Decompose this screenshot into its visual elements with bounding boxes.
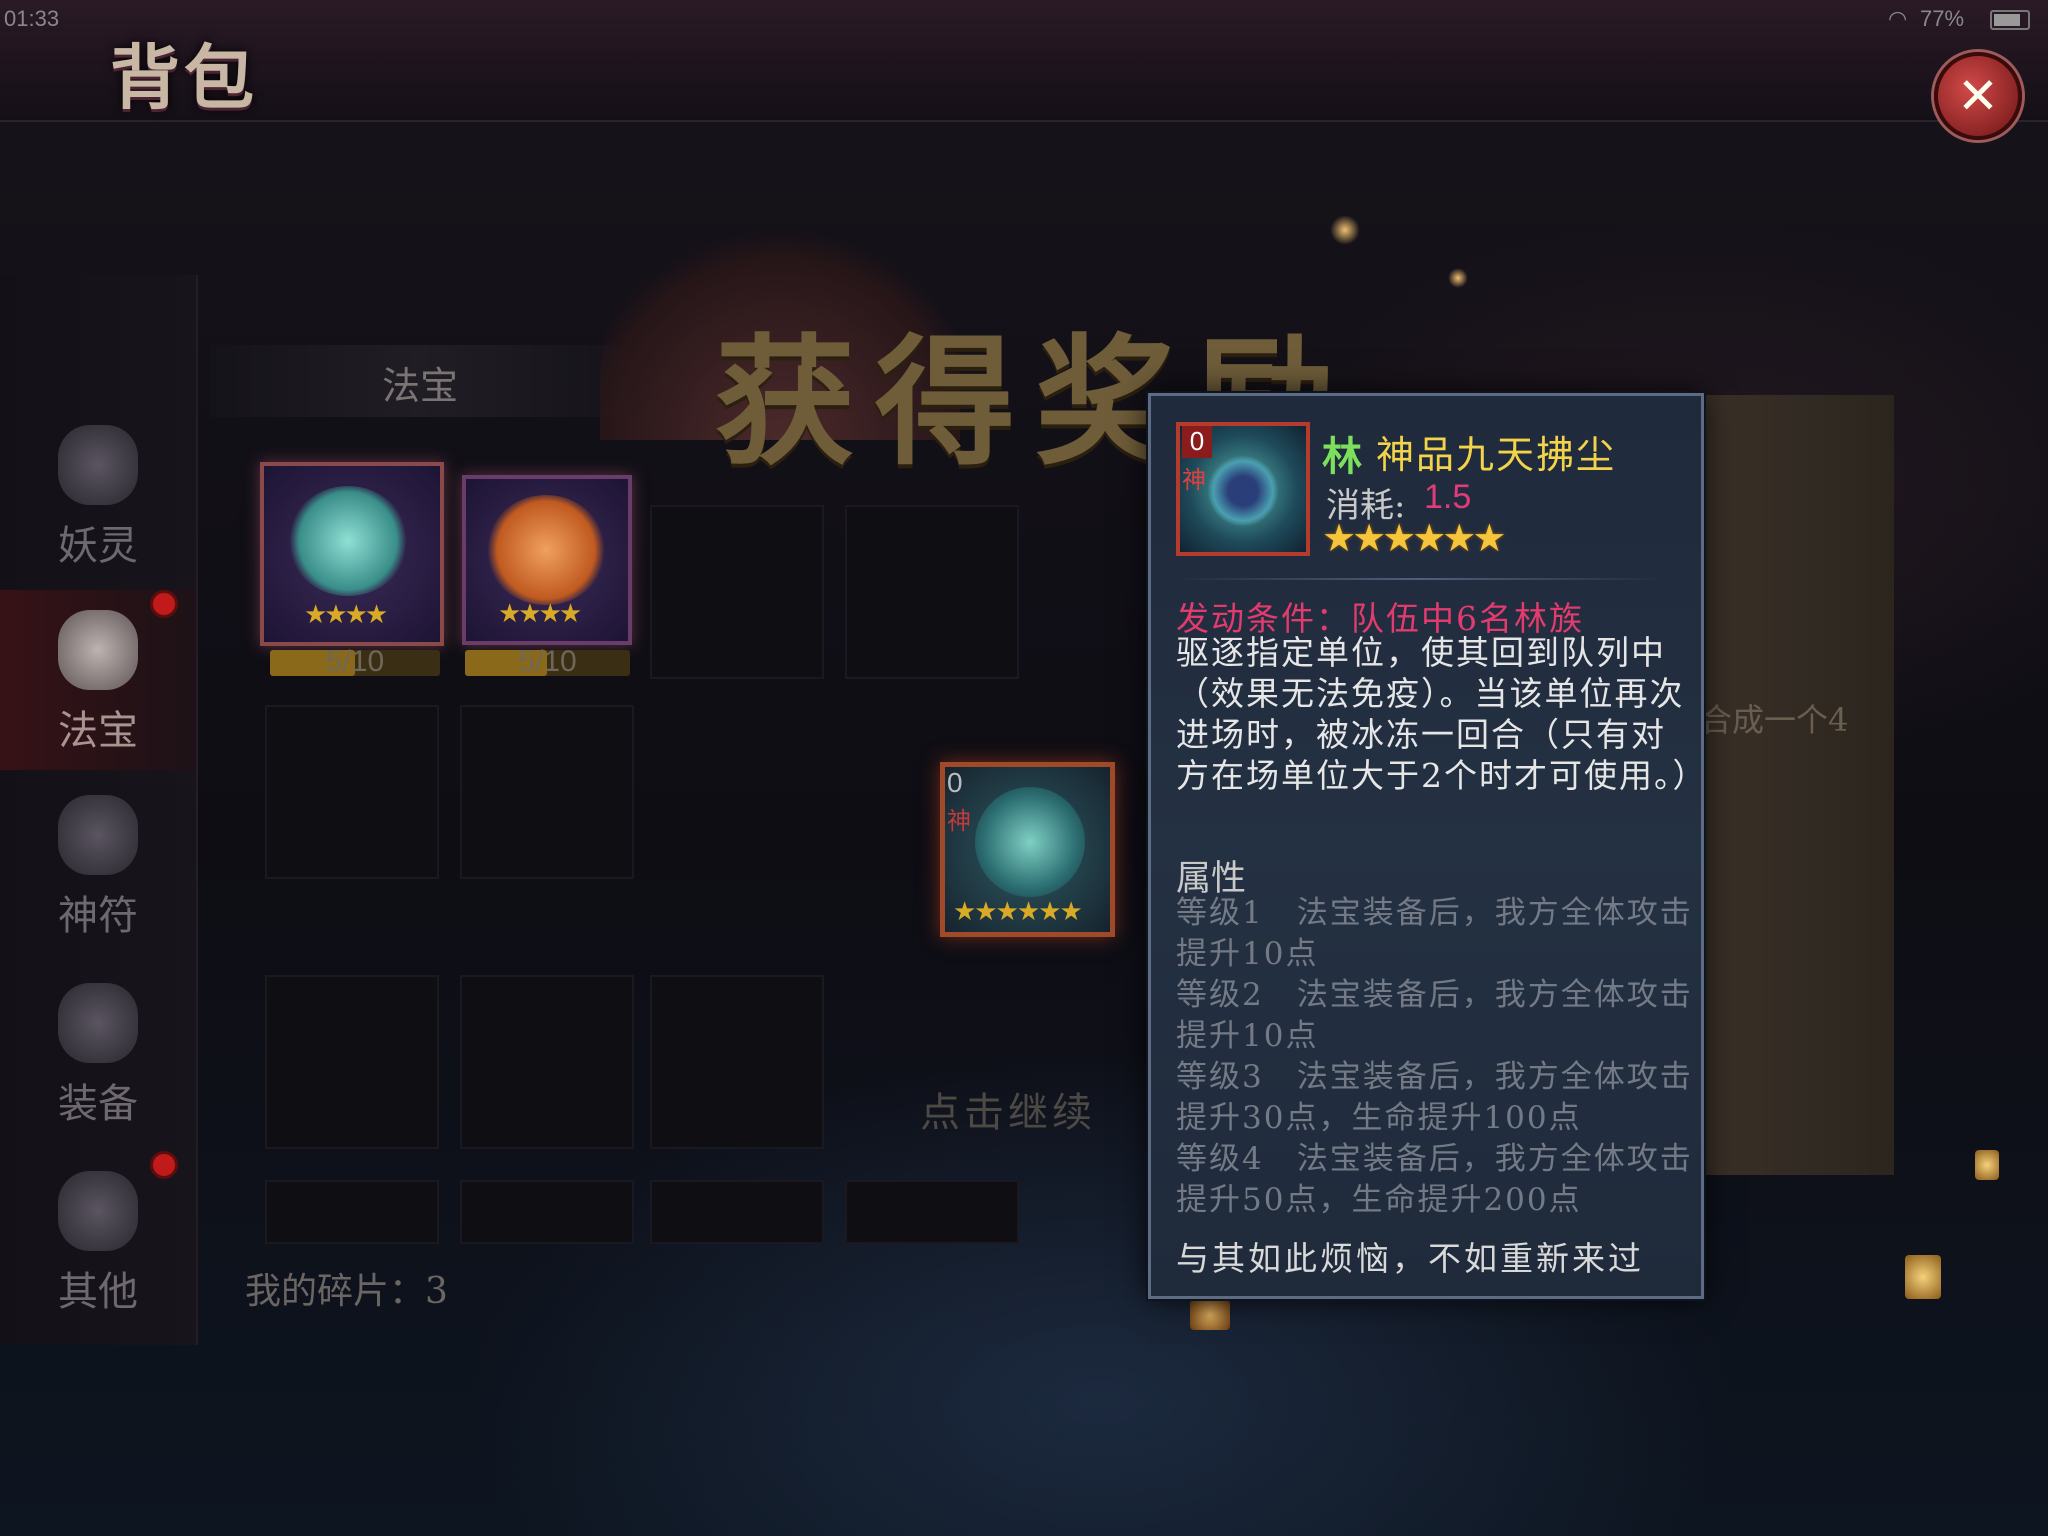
tooltip-level-entry: 等级2 法宝装备后，我方全体攻击提升10点 [1176, 977, 1693, 1054]
sidebar-item-label: 妖灵 [58, 523, 138, 569]
empty-slot[interactable] [845, 505, 1019, 679]
empty-slot[interactable] [650, 505, 824, 679]
empty-slot[interactable] [265, 1180, 439, 1244]
tooltip-level-entry: 等级4 法宝装备后，我方全体攻击提升50点，生命提升200点 [1176, 1141, 1693, 1218]
lantern-decoration [1975, 1150, 1999, 1180]
status-time: 01:33 [4, 6, 60, 31]
sidebar-item-yaoling[interactable]: 妖灵 [0, 405, 196, 585]
item-grade-tag: 神 [1182, 466, 1206, 494]
fragment-progress-text: 5/10 [325, 645, 385, 678]
empty-slot[interactable] [650, 1180, 824, 1244]
tooltip-flavor-text: 与其如此烦恼，不如重新来过 [1176, 1239, 1644, 1278]
treasure-card[interactable]: ★★★★ [260, 462, 444, 646]
star-rating: ★★★★ [498, 599, 582, 629]
sidebar-item-zhuangbei[interactable]: 装备 [0, 963, 196, 1143]
empty-slot[interactable] [265, 705, 439, 879]
sidebar-item-shenfu[interactable]: 神符 [0, 775, 196, 955]
reward-item[interactable]: 0 神 ★★★★★★ [940, 762, 1115, 937]
beast-icon [58, 1171, 138, 1251]
talisman-icon [58, 795, 138, 875]
fragment-progress-text: 5/10 [518, 645, 577, 678]
scroll-panel [1700, 395, 1894, 1175]
firefly-glow [1448, 268, 1468, 288]
lantern-decoration [1905, 1255, 1941, 1299]
section-title: 法宝 [381, 364, 458, 408]
my-fragments-count: 我的碎片：3 [245, 1271, 448, 1312]
tap-to-continue-hint[interactable]: 点击继续 [920, 1080, 1096, 1138]
empty-slot[interactable] [460, 975, 634, 1149]
star-rating: ★★★★★★ [1322, 516, 1506, 560]
sidebar-item-label: 其他 [58, 1269, 138, 1315]
status-bar: 01:33 ◠ 77% [0, 0, 2048, 40]
close-icon: ✕ [1957, 67, 1999, 125]
notification-dot [150, 590, 178, 618]
yin-yang-icon [1208, 456, 1278, 526]
sidebar-item-label: 神符 [58, 893, 138, 939]
star-rating: ★★★★ [304, 600, 388, 630]
tooltip-divider [1176, 578, 1666, 580]
gourd-icon [58, 610, 138, 690]
cloud-whisk-art [975, 787, 1085, 897]
empty-slot[interactable] [460, 1180, 634, 1244]
notification-dot [150, 1151, 178, 1179]
firefly-glow [1330, 215, 1360, 245]
empty-slot[interactable] [265, 975, 439, 1149]
sidebar-item-qita[interactable]: 其他 [0, 1151, 196, 1331]
sidebar: 妖灵 法宝 神符 装备 其他 [0, 275, 198, 1345]
star-rating: ★★★★★★ [953, 897, 1083, 927]
lantern-decoration [1190, 1300, 1230, 1330]
empty-slot[interactable] [460, 705, 634, 879]
item-count: 0 [947, 767, 963, 798]
treasure-card[interactable]: ★★★★ [462, 475, 632, 645]
tooltip-level-entry: 等级3 法宝装备后，我方全体攻击提升30点，生命提升100点 [1176, 1059, 1693, 1136]
sidebar-item-fabao[interactable]: 法宝 [0, 590, 196, 770]
cloud-whisk-art [288, 486, 408, 596]
tooltip-description: 驱逐指定单位，使其回到队列中（效果无法免疫）。当该单位再次进场时，被冰冻一回合（… [1176, 633, 1708, 795]
fox-tail-art [486, 495, 606, 605]
section-header: 法宝 [210, 345, 630, 417]
battery-percent: 77% [1920, 6, 1965, 31]
item-grade-tag: 神 [947, 807, 971, 835]
flame-icon [58, 425, 138, 505]
tooltip-level-entry: 等级1 法宝装备后，我方全体攻击提升10点 [1176, 895, 1693, 972]
item-count: 0 [1182, 426, 1212, 458]
close-button[interactable]: ✕ [1934, 52, 2022, 140]
empty-slot[interactable] [650, 975, 824, 1149]
wifi-icon: ◠ [1888, 6, 1908, 31]
tooltip-item-name: 神品九天拂尘 [1376, 433, 1617, 477]
tooltip-item-icon: 0 神 [1176, 422, 1310, 556]
crossed-swords-icon [58, 983, 138, 1063]
scroll-panel-text: 合成一个4 [1700, 701, 1849, 739]
sidebar-item-label: 装备 [58, 1081, 138, 1127]
sidebar-item-label: 法宝 [58, 708, 138, 754]
empty-slot[interactable] [845, 1180, 1019, 1244]
battery-icon [1990, 10, 2030, 30]
tooltip-cost-value: 1.5 [1424, 478, 1472, 516]
tooltip-clan: 林 [1322, 433, 1362, 480]
